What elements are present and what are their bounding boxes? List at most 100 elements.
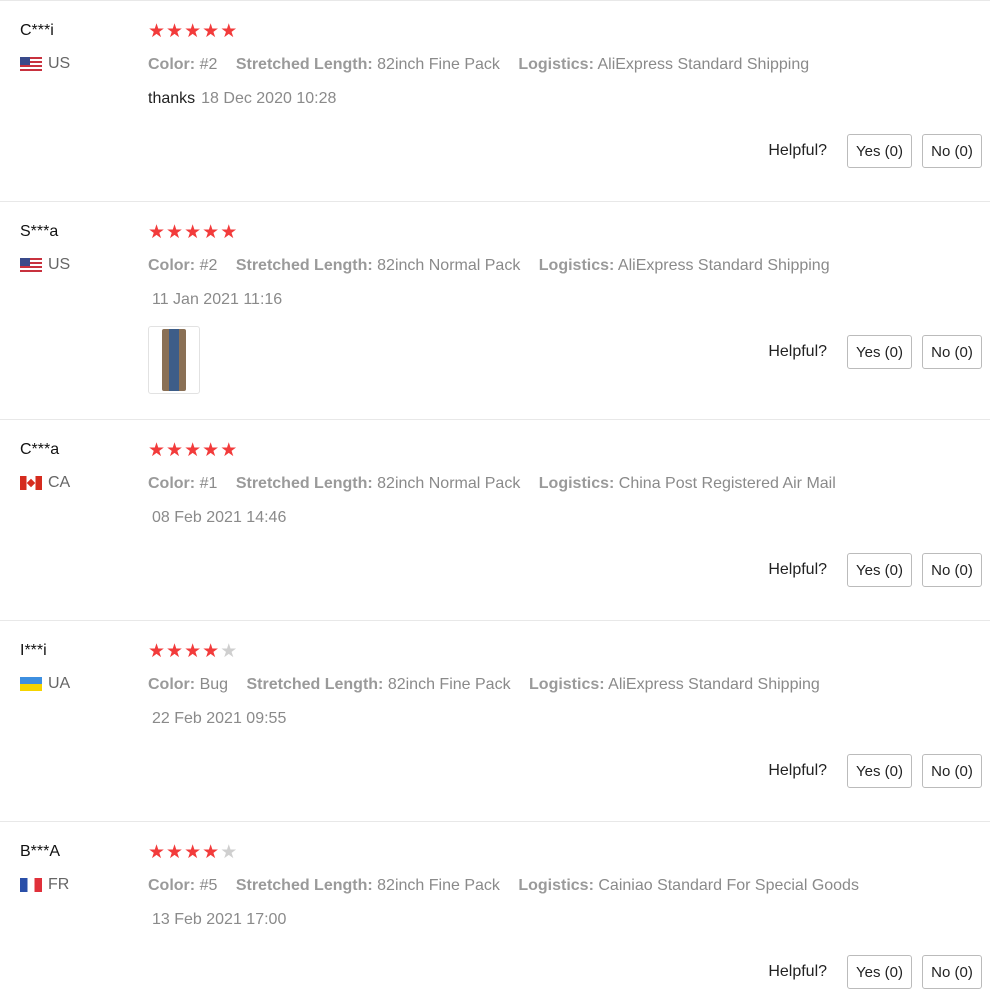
helpful-vote: Helpful? Yes (0) No (0) [768, 134, 982, 168]
star-full-icon: ★ [184, 222, 202, 243]
attr-color-value: Bug [199, 676, 229, 693]
review-content: ★ ★ ★ ★ ★ Color: #2 Stretched Length: 82inch… [148, 21, 823, 109]
review-meta: 13 Feb 2021 17:00 [148, 910, 873, 930]
star-full-icon: ★ [166, 440, 184, 461]
star-full-icon: ★ [184, 440, 202, 461]
review-content: ★ ★ ★ ★ ★ Color: #2 Stretched Length: 82inch… [148, 222, 844, 394]
attr-color-key: Color: [148, 676, 196, 693]
order-attributes: Color: #1 Stretched Length: 82inch Norma… [148, 474, 850, 494]
helpful-label: Helpful? [768, 343, 828, 360]
country-flag-icon [20, 677, 42, 691]
star-empty-icon: ★ [220, 842, 238, 863]
attr-color-value: #5 [199, 877, 218, 894]
reviewer-name: C***i [20, 22, 54, 39]
attr-length-key: Stretched Length: [235, 257, 373, 274]
attr-color: Color: Bug [148, 676, 228, 693]
helpful-vote: Helpful? Yes (0) No (0) [768, 335, 982, 369]
attr-color-key: Color: [148, 475, 196, 492]
review-item: I***i UA ★ ★ ★ ★ ★ Color: Bug Stretched Leng… [0, 620, 990, 822]
attr-logistics-value: China Post Registered Air Mail [618, 475, 836, 492]
order-attributes: Color: #2 Stretched Length: 82inch Norma… [148, 256, 844, 276]
country-flag-icon [20, 878, 42, 892]
reviewer-info: C***a CA [20, 440, 70, 492]
helpful-label: Helpful? [768, 963, 828, 980]
review-item: C***a CA ★ ★ ★ ★ ★ Color: #1 Stretched Lengt… [0, 419, 990, 621]
helpful-vote: Helpful? Yes (0) No (0) [768, 553, 982, 587]
reviewer-name: S***a [20, 223, 59, 240]
helpful-no-button[interactable]: No (0) [922, 754, 982, 788]
helpful-no-button[interactable]: No (0) [922, 134, 982, 168]
attr-logistics: Logistics: Cainiao Standard For Special … [518, 877, 859, 894]
review-date: 11 Jan 2021 11:16 [152, 291, 283, 308]
country-code: CA [48, 474, 71, 491]
helpful-yes-button[interactable]: Yes (0) [847, 955, 912, 989]
star-full-icon: ★ [202, 440, 220, 461]
attr-length-value: 82inch Normal Pack [377, 475, 521, 492]
helpful-no-button[interactable]: No (0) [922, 335, 982, 369]
reviewer-country: UA [20, 675, 70, 693]
helpful-yes-button[interactable]: Yes (0) [847, 335, 912, 369]
helpful-no-button[interactable]: No (0) [922, 553, 982, 587]
star-full-icon: ★ [148, 222, 166, 243]
attr-length-value: 82inch Normal Pack [377, 257, 521, 274]
attr-length: Stretched Length: 82inch Fine Pack [236, 56, 500, 73]
country-flag-icon [20, 57, 42, 71]
star-rating: ★ ★ ★ ★ ★ [148, 440, 850, 462]
reviewer-country: US [20, 256, 70, 274]
star-full-icon: ★ [148, 641, 166, 662]
star-full-icon: ★ [166, 641, 184, 662]
attr-logistics-value: Cainiao Standard For Special Goods [598, 877, 859, 894]
country-code: US [48, 256, 71, 273]
helpful-label: Helpful? [768, 762, 828, 779]
attr-logistics-key: Logistics: [538, 257, 615, 274]
review-meta: 11 Jan 2021 11:16 [148, 290, 844, 310]
review-meta: thanks 18 Dec 2020 10:28 [148, 89, 823, 109]
attr-length: Stretched Length: 82inch Fine Pack [236, 877, 500, 894]
reviewer-info: B***A FR [20, 842, 69, 894]
review-date: 08 Feb 2021 14:46 [152, 509, 287, 526]
review-content: ★ ★ ★ ★ ★ Color: Bug Stretched Length: 82inc… [148, 641, 834, 729]
reviewer-country: FR [20, 876, 69, 894]
star-full-icon: ★ [220, 222, 238, 243]
attr-logistics-value: AliExpress Standard Shipping [608, 676, 820, 693]
helpful-yes-button[interactable]: Yes (0) [847, 553, 912, 587]
star-full-icon: ★ [166, 222, 184, 243]
country-code: UA [48, 675, 71, 692]
country-code: FR [48, 876, 70, 893]
country-flag-icon [20, 258, 42, 272]
attr-logistics: Logistics: China Post Registered Air Mai… [539, 475, 836, 492]
attr-length-key: Stretched Length: [246, 676, 384, 693]
attr-length-value: 82inch Fine Pack [377, 877, 500, 894]
attr-logistics-key: Logistics: [518, 877, 594, 894]
star-rating: ★ ★ ★ ★ ★ [148, 641, 834, 663]
attr-color: Color: #2 [148, 257, 217, 274]
attr-length: Stretched Length: 82inch Normal Pack [236, 257, 521, 274]
helpful-no-button[interactable]: No (0) [922, 955, 982, 989]
attr-color-key: Color: [148, 877, 196, 894]
attr-logistics-key: Logistics: [518, 56, 594, 73]
reviewer-info: S***a US [20, 222, 70, 274]
helpful-yes-button[interactable]: Yes (0) [847, 754, 912, 788]
attr-length: Stretched Length: 82inch Normal Pack [236, 475, 521, 492]
star-full-icon: ★ [202, 842, 220, 863]
attr-length-key: Stretched Length: [235, 877, 373, 894]
review-photo-thumbnail[interactable] [148, 326, 200, 394]
attr-logistics: Logistics: AliExpress Standard Shipping [529, 676, 820, 693]
attr-logistics-value: AliExpress Standard Shipping [617, 257, 830, 274]
review-date: 18 Dec 2020 10:28 [201, 90, 337, 107]
star-full-icon: ★ [184, 842, 202, 863]
review-item: C***i US ★ ★ ★ ★ ★ Color: #2 Stretched Lengt… [0, 0, 990, 202]
review-content: ★ ★ ★ ★ ★ Color: #5 Stretched Length: 82inch… [148, 842, 873, 930]
review-date: 22 Feb 2021 09:55 [152, 710, 287, 727]
attr-logistics-key: Logistics: [529, 676, 605, 693]
reviewer-name: B***A [20, 843, 61, 860]
helpful-yes-button[interactable]: Yes (0) [847, 134, 912, 168]
reviewer-info: I***i UA [20, 641, 70, 693]
review-meta: 08 Feb 2021 14:46 [148, 508, 850, 528]
review-item: B***A FR ★ ★ ★ ★ ★ Color: #5 Stretched Lengt… [0, 821, 990, 1001]
country-flag-icon [20, 476, 42, 490]
star-full-icon: ★ [166, 21, 184, 42]
attr-color-value: #1 [199, 475, 218, 492]
attr-color-key: Color: [148, 56, 196, 73]
attr-color: Color: #5 [148, 877, 217, 894]
